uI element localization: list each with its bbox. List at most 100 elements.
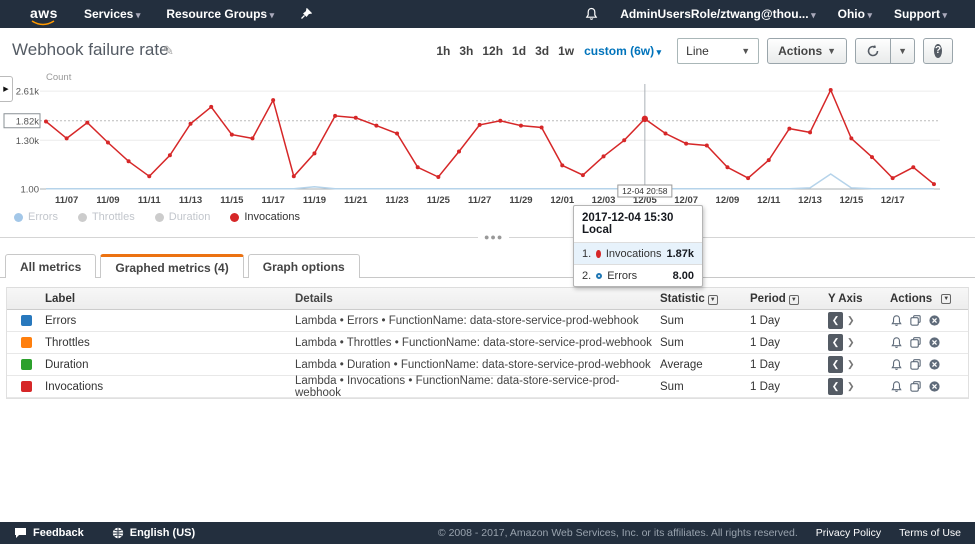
edit-all-statistic-icon[interactable]: ▼: [708, 295, 718, 305]
pin-icon[interactable]: [300, 8, 312, 20]
yaxis-right-button[interactable]: ❯: [847, 315, 855, 326]
help-button[interactable]: ?: [923, 38, 953, 64]
tab-graph-options[interactable]: Graph options: [248, 254, 360, 278]
actions-button[interactable]: Actions ▼: [767, 38, 847, 64]
metric-label: Invocations: [45, 381, 295, 393]
range-3h[interactable]: 3h: [459, 44, 473, 58]
x-tick-label: 11/25: [427, 195, 451, 206]
data-point: [44, 120, 48, 124]
tooltip-series-value: 8.00: [673, 270, 694, 282]
metric-label: Throttles: [45, 337, 295, 349]
edit-all-period-icon[interactable]: ▼: [789, 295, 799, 305]
duplicate-icon[interactable]: [909, 380, 922, 393]
range-12h[interactable]: 12h: [482, 44, 503, 58]
create-alarm-icon[interactable]: [890, 380, 903, 393]
aws-logo[interactable]: aws: [30, 5, 58, 24]
legend-errors[interactable]: Errors: [14, 211, 58, 223]
y-tick-label: 1.00: [21, 184, 40, 195]
feedback-button[interactable]: Feedback: [14, 527, 84, 539]
splitter-drag-handle[interactable]: ●●●: [478, 232, 509, 242]
create-alarm-icon[interactable]: [890, 358, 903, 371]
feedback-label: Feedback: [33, 527, 84, 539]
metric-statistic[interactable]: Sum: [660, 381, 750, 393]
chevron-down-icon: ▼: [898, 46, 907, 56]
nav-support[interactable]: Support: [894, 7, 947, 21]
data-point: [65, 136, 69, 140]
duplicate-icon[interactable]: [909, 336, 922, 349]
refresh-split-button: ▼: [855, 38, 915, 64]
range-1w[interactable]: 1w: [558, 44, 574, 58]
edit-all-actions-icon[interactable]: ▼: [941, 294, 951, 304]
refresh-button[interactable]: [855, 38, 891, 64]
metric-statistic[interactable]: Average: [660, 359, 750, 371]
nav-resource-groups[interactable]: Resource Groups: [166, 7, 274, 21]
duplicate-icon[interactable]: [909, 358, 922, 371]
language-selector[interactable]: English (US): [112, 527, 195, 539]
x-tick-label: 12/01: [550, 195, 574, 206]
chart-type-select[interactable]: Line ▼: [677, 38, 759, 64]
yaxis-left-button[interactable]: ❮: [828, 378, 843, 395]
range-3d[interactable]: 3d: [535, 44, 549, 58]
legend-duration[interactable]: Duration: [155, 211, 211, 223]
aws-smile-icon: [31, 20, 55, 26]
aws-logo-text: aws: [30, 5, 58, 21]
metric-statistic[interactable]: Sum: [660, 315, 750, 327]
metric-statistic[interactable]: Sum: [660, 337, 750, 349]
metric-color-swatch[interactable]: [21, 337, 32, 348]
data-point: [829, 88, 833, 92]
notifications-bell-icon[interactable]: [585, 7, 598, 21]
footer: Feedback English (US) © 2008 - 2017, Ama…: [0, 522, 975, 544]
x-tick-label: 11/23: [385, 195, 408, 206]
metric-period[interactable]: 1 Day: [750, 381, 828, 393]
tab-all-metrics[interactable]: All metrics: [5, 254, 96, 278]
data-point: [209, 105, 213, 109]
custom-range-dropdown[interactable]: custom (6w): [584, 44, 661, 58]
terms-of-use-link[interactable]: Terms of Use: [899, 527, 961, 539]
edit-title-icon[interactable]: ✎: [163, 43, 174, 59]
sidebar-expander[interactable]: ▶: [0, 76, 13, 102]
metric-period[interactable]: 1 Day: [750, 337, 828, 349]
yaxis-left-button[interactable]: ❮: [828, 356, 843, 373]
nav-region[interactable]: Ohio: [838, 7, 872, 21]
range-1h[interactable]: 1h: [436, 44, 450, 58]
time-range-selector: 1h 3h 12h 1d 3d 1w: [436, 44, 574, 58]
yaxis-right-button[interactable]: ❯: [847, 359, 855, 370]
privacy-policy-link[interactable]: Privacy Policy: [816, 527, 881, 539]
metric-color-swatch[interactable]: [21, 315, 32, 326]
metric-color-swatch[interactable]: [21, 359, 32, 370]
metrics-line-chart[interactable]: Count2.61k1.82k1.30k1.0011/0711/0911/111…: [0, 70, 975, 212]
nav-account[interactable]: AdminUsersRole/ztwang@thou...: [620, 7, 815, 21]
nav-services[interactable]: Services: [84, 7, 140, 21]
metric-period[interactable]: 1 Day: [750, 315, 828, 327]
remove-icon[interactable]: [928, 380, 941, 393]
legend-invocations[interactable]: Invocations: [230, 211, 300, 223]
metric-color-swatch[interactable]: [21, 381, 32, 392]
refresh-options-button[interactable]: ▼: [891, 38, 915, 64]
yaxis-left-button[interactable]: ❮: [828, 334, 843, 351]
yaxis-right-button[interactable]: ❯: [847, 337, 855, 348]
y-axis-title: Count: [46, 72, 72, 83]
duration-dot-icon: [155, 213, 164, 222]
range-1d[interactable]: 1d: [512, 44, 526, 58]
data-point: [374, 124, 378, 128]
create-alarm-icon[interactable]: [890, 314, 903, 327]
create-alarm-icon[interactable]: [890, 336, 903, 349]
tooltip-series-label: Invocations: [606, 248, 662, 260]
yaxis-right-button[interactable]: ❯: [847, 381, 855, 392]
metric-period[interactable]: 1 Day: [750, 359, 828, 371]
data-point: [746, 176, 750, 180]
legend-throttles[interactable]: Throttles: [78, 211, 135, 223]
data-point: [85, 121, 89, 125]
data-point: [705, 144, 709, 148]
duplicate-icon[interactable]: [909, 314, 922, 327]
remove-icon[interactable]: [928, 358, 941, 371]
remove-icon[interactable]: [928, 336, 941, 349]
data-point: [147, 174, 151, 178]
tab-graphed-metrics[interactable]: Graphed metrics (4): [100, 254, 243, 278]
errors-ring-icon: [596, 273, 602, 279]
data-point: [581, 173, 585, 177]
legend-duration-label: Duration: [169, 211, 211, 223]
x-tick-label: 11/15: [220, 195, 244, 206]
yaxis-left-button[interactable]: ❮: [828, 312, 843, 329]
remove-icon[interactable]: [928, 314, 941, 327]
